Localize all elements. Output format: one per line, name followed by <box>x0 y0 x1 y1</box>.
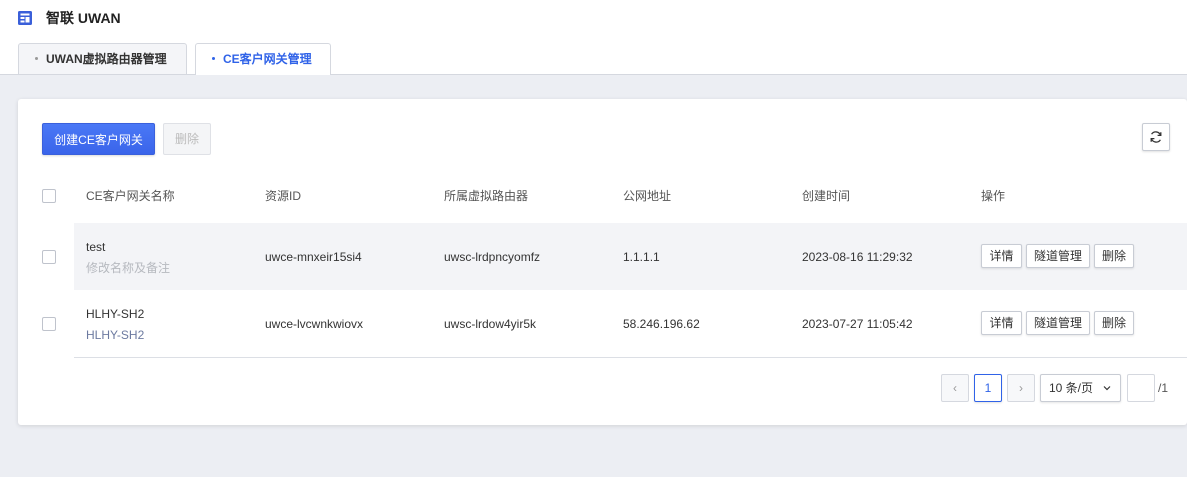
tab-ce-gateway[interactable]: CE客户网关管理 <box>195 43 331 76</box>
tab-label: UWAN虚拟路由器管理 <box>46 52 167 66</box>
column-header-name: CE客户网关名称 <box>86 189 175 203</box>
column-header-public-ip: 公网地址 <box>623 189 672 203</box>
router-id: uwsc-lrdpncyomfz <box>444 250 541 264</box>
page-1-button[interactable]: 1 <box>974 374 1002 402</box>
column-header-router: 所属虚拟路由器 <box>444 189 529 203</box>
gateway-name[interactable]: HLHY-SH2 <box>86 307 144 321</box>
created-time: 2023-08-16 11:29:32 <box>802 250 913 264</box>
tab-dot-icon <box>35 57 38 61</box>
tab-label: CE客户网关管理 <box>223 52 312 66</box>
tab-bar: UWAN虚拟路由器管理 CE客户网关管理 <box>0 38 1187 76</box>
refresh-button[interactable] <box>1142 123 1170 151</box>
detail-button[interactable]: 详情 <box>981 244 1022 268</box>
router-id: uwsc-lrdow4yir5k <box>444 317 537 331</box>
tab-uwan-router[interactable]: UWAN虚拟路由器管理 <box>18 43 187 75</box>
gateway-panel: 创建CE客户网关 删除 CE客户网关名称 资源ID 所属虚拟路由器 公网地址 创… <box>18 99 1187 425</box>
column-header-actions: 操作 <box>981 189 1006 203</box>
table-divider <box>74 357 1187 358</box>
column-header-created: 创建时间 <box>802 189 851 203</box>
next-page-button[interactable]: › <box>1007 374 1035 402</box>
edit-name-remark-link[interactable]: 修改名称及备注 <box>86 261 170 275</box>
row-checkbox[interactable] <box>42 317 56 331</box>
page-jump-input[interactable] <box>1127 374 1155 402</box>
app-header: 智联 UWAN <box>0 0 1187 38</box>
page-size-label: 10 条/页 <box>1049 381 1094 395</box>
detail-button[interactable]: 详情 <box>981 311 1022 335</box>
app-logo-icon <box>18 11 32 25</box>
app-title: 智联 UWAN <box>46 10 121 26</box>
page-size-select[interactable]: 10 条/页 <box>1040 374 1121 402</box>
chevron-down-icon <box>1103 386 1111 391</box>
row-delete-button[interactable]: 删除 <box>1094 311 1134 335</box>
resource-id: uwce-lvcwnkwiovx <box>265 317 364 331</box>
create-gateway-button[interactable]: 创建CE客户网关 <box>42 123 155 155</box>
gateway-name[interactable]: test <box>86 240 105 254</box>
row-checkbox[interactable] <box>42 250 56 264</box>
prev-page-button[interactable]: ‹ <box>941 374 969 402</box>
resource-id: uwce-mnxeir15si4 <box>265 250 362 264</box>
public-ip: 58.246.196.62 <box>623 317 700 331</box>
gateway-remark[interactable]: HLHY-SH2 <box>86 328 144 342</box>
column-header-resource-id: 资源ID <box>265 189 302 203</box>
tunnel-manage-button[interactable]: 隧道管理 <box>1026 311 1090 335</box>
tab-dot-icon <box>212 57 215 61</box>
public-ip: 1.1.1.1 <box>623 250 660 264</box>
tunnel-manage-button[interactable]: 隧道管理 <box>1026 244 1090 268</box>
created-time: 2023-07-27 11:05:42 <box>802 317 913 331</box>
refresh-icon <box>1150 131 1162 143</box>
row-delete-button[interactable]: 删除 <box>1094 244 1134 268</box>
total-pages: /1 <box>1158 381 1169 395</box>
delete-button[interactable]: 删除 <box>163 123 211 155</box>
select-all-checkbox[interactable] <box>42 189 56 203</box>
